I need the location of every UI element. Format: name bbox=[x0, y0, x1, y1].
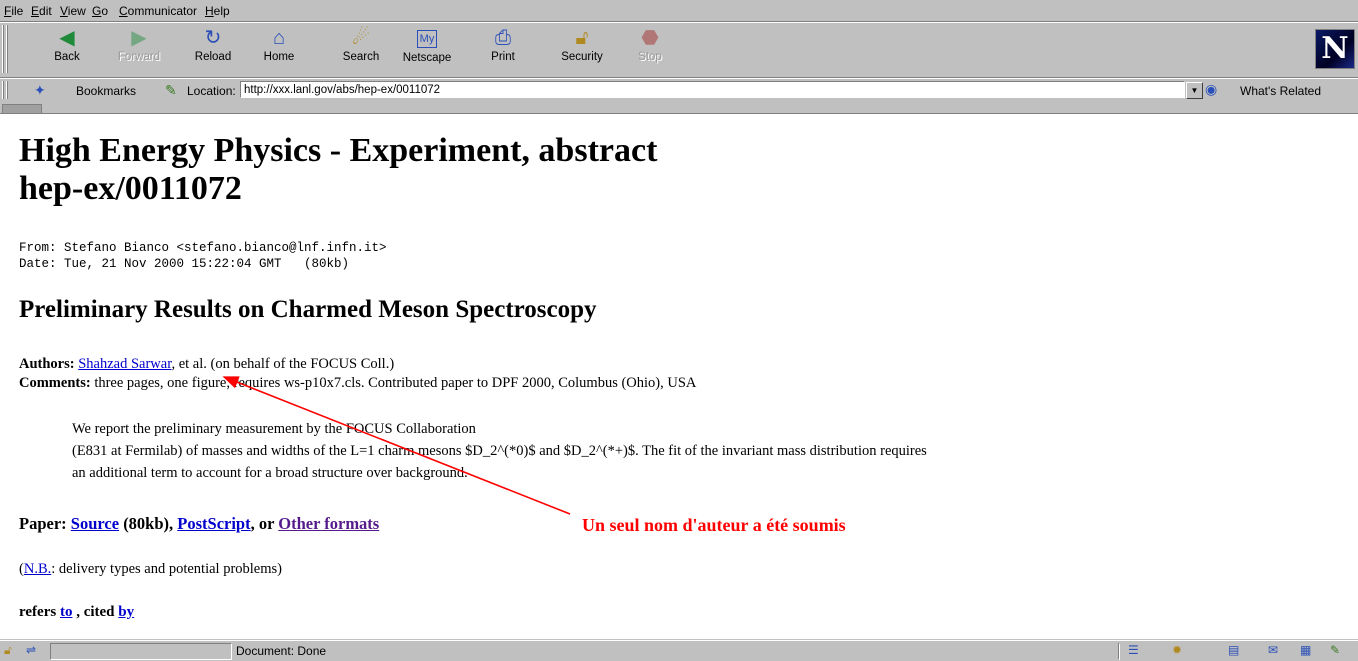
bookmarks-button[interactable]: Bookmarks bbox=[76, 84, 136, 98]
status-text: Document: Done bbox=[236, 644, 327, 658]
status-bar: 🔓︎ ⇌ Document: Done ☰ ✹ ▤ ✉ ▦ ✎ bbox=[0, 640, 1358, 661]
discussion-icon[interactable]: ✉ bbox=[1268, 643, 1278, 657]
netscape-button[interactable]: My Netscape bbox=[398, 26, 456, 72]
menu-communicator[interactable]: Communicator bbox=[119, 4, 197, 18]
reload-icon: ↻ bbox=[204, 27, 222, 49]
bookmarks-icon[interactable]: ✦ bbox=[34, 82, 46, 99]
annotation-arrow bbox=[222, 376, 571, 515]
navigation-toolbar: ◀ Back ▶ Forward ↻ Reload ⌂ Home ☄ Searc… bbox=[0, 22, 1358, 78]
netscape-label: Netscape bbox=[402, 52, 452, 64]
progress-field bbox=[50, 643, 232, 660]
home-button[interactable]: ⌂ Home bbox=[250, 26, 308, 72]
forward-label: Forward bbox=[117, 51, 161, 63]
reload-button[interactable]: ↻ Reload bbox=[184, 26, 242, 72]
netscape-icon: My bbox=[417, 30, 437, 48]
status-divider bbox=[1118, 643, 1120, 660]
stop-icon: ⬣ bbox=[641, 27, 659, 49]
print-icon: ⎙ bbox=[495, 27, 511, 49]
location-toolbar: ✦ Bookmarks ✎ Location: http://xxx.lanl.… bbox=[0, 78, 1358, 104]
toolbar-grip[interactable] bbox=[2, 25, 10, 73]
print-label: Print bbox=[491, 51, 515, 63]
mailbox-icon[interactable]: ▤ bbox=[1228, 643, 1239, 657]
location-grip[interactable] bbox=[2, 81, 10, 99]
home-icon: ⌂ bbox=[272, 27, 286, 49]
reload-label: Reload bbox=[194, 51, 232, 63]
edit-icon[interactable]: ✎ bbox=[1330, 643, 1340, 657]
menu-help[interactable]: Help bbox=[205, 4, 230, 18]
menu-view[interactable]: View bbox=[60, 4, 86, 18]
home-label: Home bbox=[263, 51, 295, 63]
collapsed-toolbar-strip bbox=[0, 103, 1358, 114]
collapsed-toolbar-tab[interactable] bbox=[2, 104, 42, 114]
location-label: Location: bbox=[187, 84, 236, 98]
back-label: Back bbox=[54, 51, 80, 63]
component-navigator-icon[interactable]: ☰ bbox=[1128, 643, 1139, 657]
back-button[interactable]: ◀ Back bbox=[38, 26, 96, 72]
menu-edit[interactable]: Edit bbox=[31, 4, 52, 18]
forward-icon: ▶ bbox=[131, 27, 147, 49]
security-button[interactable]: 🔓︎ Security bbox=[553, 26, 611, 72]
url-dropdown-icon[interactable]: ▼ bbox=[1186, 82, 1203, 99]
messenger-icon[interactable]: ✹ bbox=[1172, 643, 1182, 657]
url-field[interactable]: http://xxx.lanl.gov/abs/hep-ex/0011072 bbox=[240, 81, 1185, 98]
composer-icon[interactable]: ▦ bbox=[1300, 643, 1311, 657]
stop-label: Stop bbox=[638, 51, 662, 63]
location-icon[interactable]: ✎ bbox=[165, 82, 177, 99]
search-button[interactable]: ☄ Search bbox=[332, 26, 390, 72]
menu-file[interactable]: File bbox=[4, 4, 23, 18]
forward-button[interactable]: ▶ Forward bbox=[110, 26, 168, 72]
security-lock-icon[interactable]: 🔓︎ bbox=[4, 643, 12, 658]
stop-button[interactable]: ⬣ Stop bbox=[621, 26, 679, 72]
whats-related-button[interactable]: What's Related bbox=[1240, 84, 1321, 98]
page-content: High Energy Physics - Experiment, abstra… bbox=[0, 114, 1358, 639]
annotation-arrow-line bbox=[222, 376, 571, 515]
whats-related-icon[interactable]: ◉ bbox=[1205, 81, 1217, 98]
security-icon: 🔓︎ bbox=[575, 27, 589, 49]
security-label: Security bbox=[561, 51, 603, 63]
print-button[interactable]: ⎙ Print bbox=[474, 26, 532, 72]
search-icon: ☄ bbox=[352, 27, 370, 49]
menu-bar: File Edit View Go Communicator Help bbox=[0, 0, 1358, 22]
netscape-logo[interactable]: N bbox=[1315, 29, 1355, 69]
search-label: Search bbox=[342, 51, 380, 63]
online-status-icon[interactable]: ⇌ bbox=[26, 643, 36, 657]
menu-go[interactable]: Go bbox=[92, 4, 108, 18]
back-icon: ◀ bbox=[59, 27, 75, 49]
